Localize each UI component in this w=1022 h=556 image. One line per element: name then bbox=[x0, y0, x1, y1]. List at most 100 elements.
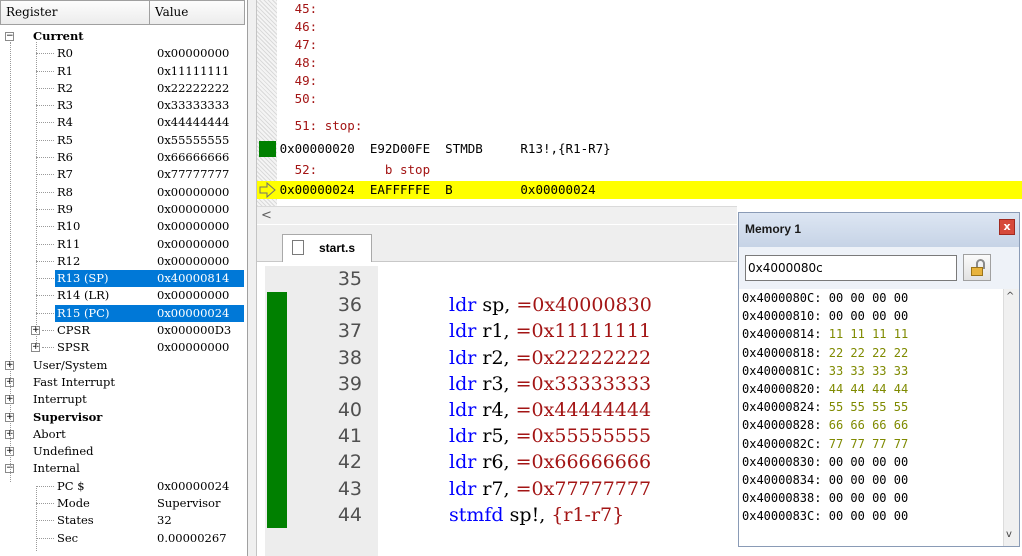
register-value[interactable]: 0x40000814 bbox=[154, 270, 244, 288]
scroll-up-icon[interactable]: ^ bbox=[1006, 291, 1014, 302]
register-value[interactable]: 0x00000000 bbox=[157, 253, 229, 270]
disassembly-source-line[interactable]: 52: b stop bbox=[257, 161, 1022, 179]
disassembly-source-line[interactable]: 45: bbox=[257, 0, 1022, 18]
register-value[interactable]: 0x66666666 bbox=[157, 149, 229, 166]
register-value[interactable]: 0.00000267 bbox=[157, 530, 227, 547]
memory-row[interactable]: 0x4000083C: 00 00 00 00 bbox=[739, 507, 1003, 525]
disassembly-source-line[interactable]: 46: bbox=[257, 18, 1022, 36]
register-value[interactable]: 0x00000024 bbox=[157, 478, 229, 495]
disassembly-instruction[interactable]: 0x00000020 E92D00FE STMDB R13!,{R1-R7} bbox=[257, 140, 1022, 158]
register-value[interactable]: 0x00000000 bbox=[157, 287, 229, 304]
disassembly-source-line[interactable]: 47: bbox=[257, 36, 1022, 54]
register-value[interactable]: 0x00000000 bbox=[157, 201, 229, 218]
memory-row[interactable]: 0x40000818: 22 22 22 22 bbox=[739, 344, 1003, 362]
close-icon[interactable]: x bbox=[999, 219, 1015, 235]
register-row[interactable]: + Fast Interrupt bbox=[0, 374, 245, 391]
register-value[interactable]: 0x77777777 bbox=[157, 166, 229, 183]
executed-line-marker[interactable] bbox=[267, 449, 287, 476]
register-value[interactable]: 0x000000D3 bbox=[157, 322, 231, 339]
memory-bytes[interactable]: 00 00 00 00 bbox=[829, 509, 908, 523]
disassembly-instruction[interactable]: 0x00000024 EAFFFFFE B 0x00000024 bbox=[257, 181, 1022, 199]
executed-line-marker[interactable] bbox=[267, 501, 287, 528]
lock-icon[interactable] bbox=[963, 254, 991, 281]
memory-bytes[interactable]: 11 11 11 11 bbox=[829, 327, 908, 341]
memory-bytes[interactable]: 66 66 66 66 bbox=[829, 418, 908, 432]
memory-row[interactable]: 0x4000082C: 77 77 77 77 bbox=[739, 435, 1003, 453]
memory-row[interactable]: 0x40000838: 00 00 00 00 bbox=[739, 489, 1003, 507]
scroll-left-icon[interactable]: < bbox=[261, 207, 272, 224]
register-row[interactable]: + Abort bbox=[0, 426, 245, 443]
register-value[interactable]: 0x33333333 bbox=[157, 97, 229, 114]
register-value[interactable]: 0x11111111 bbox=[157, 63, 229, 80]
memory-row[interactable]: 0x40000834: 00 00 00 00 bbox=[739, 471, 1003, 489]
disassembly-source-line[interactable]: 51: stop: bbox=[257, 117, 1022, 135]
memory-bytes[interactable]: 00 00 00 00 bbox=[829, 291, 908, 305]
tab-start-s[interactable]: start.s bbox=[282, 234, 372, 262]
disassembly-horizontal-scrollbar[interactable]: < bbox=[257, 206, 737, 224]
register-value[interactable]: 0x00000000 bbox=[157, 45, 229, 62]
memory-row[interactable]: 0x40000820: 44 44 44 44 bbox=[739, 380, 1003, 398]
memory-bytes[interactable]: 22 22 22 22 bbox=[829, 346, 908, 360]
register-row[interactable]: + Interrupt bbox=[0, 391, 245, 408]
executed-line-marker[interactable] bbox=[267, 475, 287, 502]
register-value[interactable]: 0x00000000 bbox=[157, 236, 229, 253]
code-operand: r7, bbox=[482, 477, 510, 500]
register-value[interactable]: 0x44444444 bbox=[157, 114, 229, 131]
scroll-down-icon[interactable]: v bbox=[1006, 529, 1012, 540]
register-value[interactable]: 0x22222222 bbox=[157, 80, 229, 97]
line-number: 44 bbox=[337, 503, 362, 526]
memory-row[interactable]: 0x4000081C: 33 33 33 33 bbox=[739, 362, 1003, 380]
register-value[interactable]: 0x00000000 bbox=[157, 339, 229, 356]
memory-bytes[interactable]: 00 00 00 00 bbox=[829, 309, 908, 323]
tree-connector bbox=[42, 347, 54, 349]
register-value[interactable]: 0x00000000 bbox=[157, 184, 229, 201]
memory-bytes[interactable]: 00 00 00 00 bbox=[829, 455, 908, 469]
register-row[interactable]: + Undefined bbox=[0, 443, 245, 460]
register-name: Mode bbox=[57, 496, 90, 511]
register-row[interactable]: + Supervisor bbox=[0, 409, 245, 426]
memory-bytes[interactable]: 00 00 00 00 bbox=[829, 491, 908, 505]
tree-connector bbox=[36, 503, 54, 505]
memory-row[interactable]: 0x40000824: 55 55 55 55 bbox=[739, 398, 1003, 416]
register-name: R10 bbox=[57, 219, 81, 234]
disassembly-source-line[interactable]: 50: bbox=[257, 90, 1022, 108]
column-header-register[interactable]: Register bbox=[1, 1, 150, 24]
executed-line-marker[interactable] bbox=[267, 423, 287, 450]
tree-connector bbox=[36, 208, 54, 210]
register-value[interactable]: Supervisor bbox=[157, 495, 220, 512]
disassembly-source-line[interactable]: 48: bbox=[257, 54, 1022, 72]
executed-line-marker[interactable] bbox=[267, 318, 287, 345]
pane-divider[interactable] bbox=[248, 0, 257, 556]
memory-vertical-scrollbar[interactable]: ^ v bbox=[1003, 289, 1019, 546]
memory-bytes[interactable]: 00 00 00 00 bbox=[829, 473, 908, 487]
register-row[interactable]: − Internal bbox=[0, 460, 245, 477]
executed-line-marker[interactable] bbox=[267, 292, 287, 319]
collapse-icon[interactable]: − bbox=[5, 32, 14, 41]
memory-bytes[interactable]: 55 55 55 55 bbox=[829, 400, 908, 414]
register-panel: Register Value − Current R0 0x00000000 R1 0x1… bbox=[0, 0, 248, 556]
register-value[interactable]: 0x00000024 bbox=[154, 304, 244, 323]
memory-window-titlebar[interactable]: Memory 1 x bbox=[739, 213, 1019, 247]
memory-row[interactable]: 0x40000830: 00 00 00 00 bbox=[739, 453, 1003, 471]
line-number: 40 bbox=[337, 399, 362, 421]
memory-row[interactable]: 0x40000828: 66 66 66 66 bbox=[739, 416, 1003, 434]
memory-bytes[interactable]: 77 77 77 77 bbox=[829, 437, 908, 451]
memory-row[interactable]: 0x40000814: 11 11 11 11 bbox=[739, 325, 1003, 343]
disassembly-source-line[interactable]: 49: bbox=[257, 72, 1022, 90]
register-name: R12 bbox=[57, 253, 81, 268]
register-value[interactable]: 0x00000000 bbox=[157, 218, 229, 235]
memory-row[interactable]: 0x40000810: 00 00 00 00 bbox=[739, 307, 1003, 325]
tree-connector bbox=[36, 139, 54, 141]
column-header-value[interactable]: Value bbox=[150, 1, 188, 24]
memory-address-input[interactable]: 0x4000080c bbox=[745, 255, 957, 281]
memory-row[interactable]: 0x4000080C: 00 00 00 00 bbox=[739, 289, 1003, 307]
memory-bytes[interactable]: 44 44 44 44 bbox=[829, 382, 908, 396]
register-value[interactable]: 0x55555555 bbox=[157, 132, 229, 149]
memory-bytes[interactable]: 33 33 33 33 bbox=[829, 364, 908, 378]
executed-line-marker[interactable] bbox=[267, 397, 287, 424]
register-row[interactable]: + User/System bbox=[0, 357, 245, 374]
register-name: PC $ bbox=[57, 478, 85, 493]
executed-line-marker[interactable] bbox=[267, 370, 287, 397]
executed-line-marker[interactable] bbox=[267, 344, 287, 371]
register-value[interactable]: 32 bbox=[157, 512, 172, 529]
